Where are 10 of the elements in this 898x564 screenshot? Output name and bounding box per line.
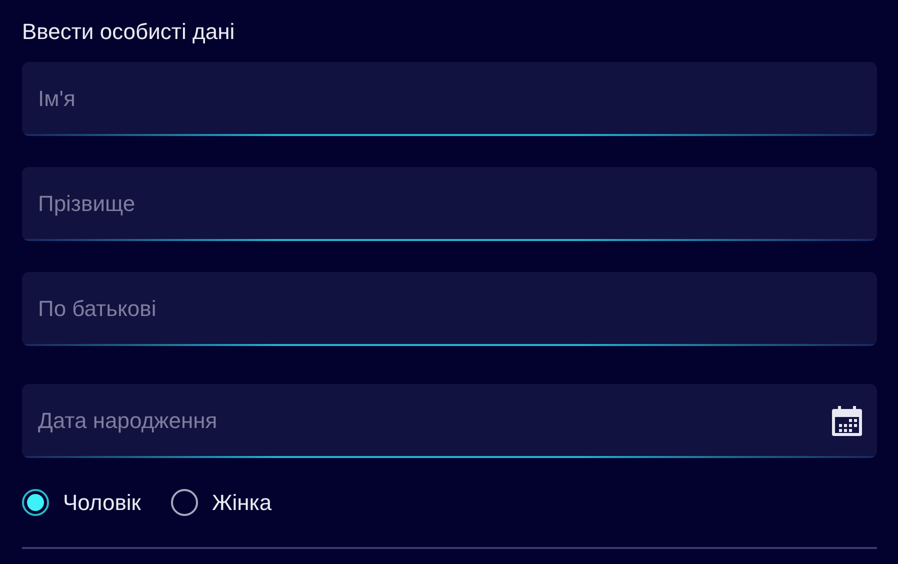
date-field[interactable]: Дата народження xyxy=(22,384,877,458)
input-field[interactable]: Прізвище xyxy=(22,167,877,241)
radio-label: Жінка xyxy=(212,489,272,517)
input-field[interactable]: Ім'я xyxy=(22,62,877,136)
radio-button[interactable] xyxy=(170,489,198,516)
radio-button[interactable] xyxy=(22,489,49,516)
calendar-icon[interactable] xyxy=(831,405,863,437)
input-field[interactable]: По батькові xyxy=(22,272,877,346)
section-title: Ввести особисті дані xyxy=(22,18,235,46)
radio-label: Чоловік xyxy=(63,489,141,517)
